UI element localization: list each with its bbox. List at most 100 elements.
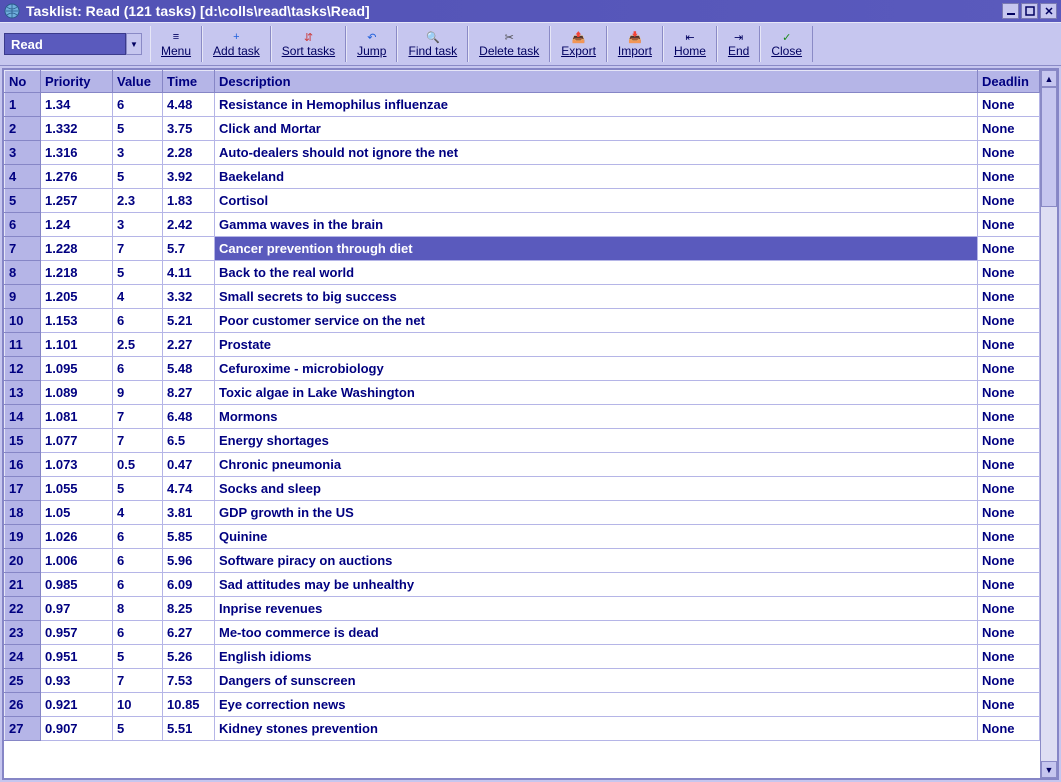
cell-time[interactable]: 5.21 xyxy=(163,309,215,333)
table-row[interactable]: 250.9377.53Dangers of sunscreenNone xyxy=(5,669,1040,693)
cell-value[interactable]: 6 xyxy=(113,309,163,333)
cell-deadline[interactable]: None xyxy=(978,165,1040,189)
cell-description[interactable]: Dangers of sunscreen xyxy=(215,669,978,693)
cell-no[interactable]: 22 xyxy=(5,597,41,621)
table-row[interactable]: 51.2572.31.83CortisolNone xyxy=(5,189,1040,213)
table-row[interactable]: 101.15365.21Poor customer service on the… xyxy=(5,309,1040,333)
table-row[interactable]: 21.33253.75Click and MortarNone xyxy=(5,117,1040,141)
cell-time[interactable]: 3.81 xyxy=(163,501,215,525)
cell-no[interactable]: 18 xyxy=(5,501,41,525)
table-row[interactable]: 151.07776.5Energy shortagesNone xyxy=(5,429,1040,453)
cell-description[interactable]: Chronic pneumonia xyxy=(215,453,978,477)
cell-description[interactable]: Poor customer service on the net xyxy=(215,309,978,333)
cell-priority[interactable]: 0.951 xyxy=(41,645,113,669)
cell-priority[interactable]: 1.228 xyxy=(41,237,113,261)
cell-deadline[interactable]: None xyxy=(978,477,1040,501)
cell-description[interactable]: Socks and sleep xyxy=(215,477,978,501)
cell-deadline[interactable]: None xyxy=(978,501,1040,525)
cell-no[interactable]: 9 xyxy=(5,285,41,309)
import-button[interactable]: 📥Import xyxy=(607,26,663,62)
jump-button[interactable]: ↶Jump xyxy=(346,26,397,62)
cell-value[interactable]: 6 xyxy=(113,549,163,573)
cell-deadline[interactable]: None xyxy=(978,237,1040,261)
column-header-deadline[interactable]: Deadlin xyxy=(978,71,1040,93)
cell-description[interactable]: Prostate xyxy=(215,333,978,357)
table-row[interactable]: 111.1012.52.27ProstateNone xyxy=(5,333,1040,357)
cell-no[interactable]: 24 xyxy=(5,645,41,669)
cell-value[interactable]: 4 xyxy=(113,501,163,525)
cell-priority[interactable]: 0.921 xyxy=(41,693,113,717)
cell-no[interactable]: 8 xyxy=(5,261,41,285)
cell-time[interactable]: 8.27 xyxy=(163,381,215,405)
column-header-value[interactable]: Value xyxy=(113,71,163,93)
cell-deadline[interactable]: None xyxy=(978,333,1040,357)
cell-description[interactable]: Small secrets to big success xyxy=(215,285,978,309)
cell-value[interactable]: 9 xyxy=(113,381,163,405)
scroll-thumb[interactable] xyxy=(1041,87,1057,207)
cell-deadline[interactable]: None xyxy=(978,453,1040,477)
cell-deadline[interactable]: None xyxy=(978,621,1040,645)
cell-priority[interactable]: 1.05 xyxy=(41,501,113,525)
vertical-scrollbar[interactable]: ▲ ▼ xyxy=(1040,70,1057,778)
sort-tasks-button[interactable]: ⇵Sort tasks xyxy=(271,26,346,62)
cell-time[interactable]: 4.48 xyxy=(163,93,215,117)
column-header-time[interactable]: Time xyxy=(163,71,215,93)
cell-deadline[interactable]: None xyxy=(978,357,1040,381)
cell-description[interactable]: Gamma waves in the brain xyxy=(215,213,978,237)
tasklist-combo[interactable]: ▼ xyxy=(4,33,142,55)
cell-value[interactable]: 5 xyxy=(113,477,163,501)
cell-description[interactable]: Inprise revenues xyxy=(215,597,978,621)
close-button[interactable]: ✓Close xyxy=(760,26,813,62)
export-button[interactable]: 📤Export xyxy=(550,26,607,62)
cell-time[interactable]: 6.5 xyxy=(163,429,215,453)
cell-description[interactable]: Mormons xyxy=(215,405,978,429)
cell-priority[interactable]: 1.332 xyxy=(41,117,113,141)
table-row[interactable]: 11.3464.48Resistance in Hemophilus influ… xyxy=(5,93,1040,117)
cell-priority[interactable]: 0.957 xyxy=(41,621,113,645)
cell-time[interactable]: 5.48 xyxy=(163,357,215,381)
tasklist-combo-input[interactable] xyxy=(4,33,126,55)
cell-description[interactable]: Software piracy on auctions xyxy=(215,549,978,573)
cell-deadline[interactable]: None xyxy=(978,717,1040,741)
cell-no[interactable]: 4 xyxy=(5,165,41,189)
column-header-description[interactable]: Description xyxy=(215,71,978,93)
table-row[interactable]: 91.20543.32Small secrets to big successN… xyxy=(5,285,1040,309)
table-row[interactable]: 81.21854.11Back to the real worldNone xyxy=(5,261,1040,285)
cell-value[interactable]: 5 xyxy=(113,717,163,741)
task-grid[interactable]: NoPriorityValueTimeDescriptionDeadlin 11… xyxy=(4,70,1040,778)
cell-no[interactable]: 16 xyxy=(5,453,41,477)
cell-priority[interactable]: 1.316 xyxy=(41,141,113,165)
cell-value[interactable]: 5 xyxy=(113,645,163,669)
find-task-button[interactable]: 🔍Find task xyxy=(397,26,468,62)
cell-priority[interactable]: 1.205 xyxy=(41,285,113,309)
cell-time[interactable]: 4.11 xyxy=(163,261,215,285)
cell-time[interactable]: 7.53 xyxy=(163,669,215,693)
cell-no[interactable]: 1 xyxy=(5,93,41,117)
cell-priority[interactable]: 0.97 xyxy=(41,597,113,621)
cell-no[interactable]: 21 xyxy=(5,573,41,597)
column-header-priority[interactable]: Priority xyxy=(41,71,113,93)
cell-time[interactable]: 8.25 xyxy=(163,597,215,621)
cell-time[interactable]: 6.09 xyxy=(163,573,215,597)
cell-time[interactable]: 6.48 xyxy=(163,405,215,429)
cell-value[interactable]: 5 xyxy=(113,261,163,285)
table-row[interactable]: 161.0730.50.47Chronic pneumoniaNone xyxy=(5,453,1040,477)
cell-time[interactable]: 2.27 xyxy=(163,333,215,357)
scroll-up-button[interactable]: ▲ xyxy=(1041,70,1057,87)
delete-task-button[interactable]: ✂Delete task xyxy=(468,26,550,62)
cell-description[interactable]: Cefuroxime - microbiology xyxy=(215,357,978,381)
cell-no[interactable]: 6 xyxy=(5,213,41,237)
cell-description[interactable]: Click and Mortar xyxy=(215,117,978,141)
cell-description[interactable]: Quinine xyxy=(215,525,978,549)
cell-value[interactable]: 6 xyxy=(113,573,163,597)
cell-deadline[interactable]: None xyxy=(978,141,1040,165)
cell-priority[interactable]: 1.153 xyxy=(41,309,113,333)
table-row[interactable]: 41.27653.92BaekelandNone xyxy=(5,165,1040,189)
scroll-track[interactable] xyxy=(1041,87,1057,761)
cell-no[interactable]: 11 xyxy=(5,333,41,357)
cell-description[interactable]: Cancer prevention through diet xyxy=(215,237,978,261)
cell-priority[interactable]: 1.006 xyxy=(41,549,113,573)
cell-priority[interactable]: 1.089 xyxy=(41,381,113,405)
cell-priority[interactable]: 0.907 xyxy=(41,717,113,741)
cell-deadline[interactable]: None xyxy=(978,525,1040,549)
